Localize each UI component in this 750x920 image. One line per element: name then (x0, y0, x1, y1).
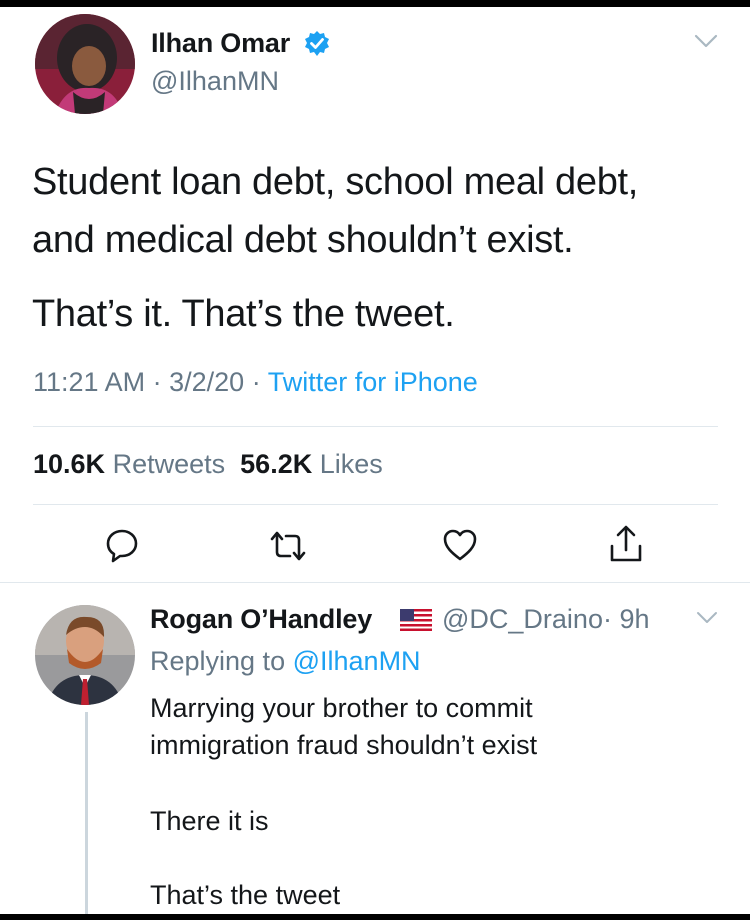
author-name[interactable]: Ilhan Omar (151, 28, 290, 59)
likes-stat[interactable]: 56.2K Likes (240, 449, 383, 479)
retweet-label: Retweets (112, 449, 226, 479)
verified-badge-icon (303, 30, 331, 63)
tweet-date[interactable]: 3/2/20 (169, 367, 244, 397)
tweet-source-link[interactable]: Twitter for iPhone (268, 367, 478, 397)
tweet-text-line-3: That’s it. That’s the tweet. (32, 293, 455, 335)
tweet-stats: 10.6K Retweets 56.2K Likes (33, 449, 383, 480)
bottom-edge (0, 914, 750, 920)
chevron-down-icon[interactable] (693, 32, 719, 55)
retweets-stat[interactable]: 10.6K Retweets (33, 449, 225, 479)
author-handle[interactable]: @IlhanMN (151, 66, 279, 97)
like-count: 56.2K (240, 449, 313, 479)
divider (0, 582, 750, 583)
reply-text-line-2: immigration fraud shouldn’t exist (150, 730, 538, 760)
retweet-count: 10.6K (33, 449, 106, 479)
reply-text-line-3: There it is (150, 806, 269, 836)
reply-text-line-4: That’s the tweet (150, 880, 341, 910)
reply-text-line-1: Marrying your brother to commit (150, 693, 533, 723)
heart-icon[interactable] (442, 528, 478, 567)
reply-author-name[interactable]: Rogan O’Handley (150, 604, 372, 635)
reply-author-handle[interactable]: @DC_Draino· 9h (442, 604, 650, 635)
reply-handle-text[interactable]: @DC_Draino (442, 604, 603, 634)
thread-line (85, 712, 88, 916)
divider (33, 426, 718, 427)
author-avatar[interactable] (35, 14, 135, 114)
replying-label: Replying to (150, 646, 286, 676)
tweet-meta: 11:21 AM · 3/2/20 · Twitter for iPhone (33, 367, 478, 398)
reply-author-avatar[interactable] (35, 605, 135, 705)
tweet-text-line-1: Student loan debt, school meal debt, (32, 161, 639, 203)
replying-to: Replying to @IlhanMN (150, 646, 421, 677)
meta-separator: · (251, 367, 261, 397)
reply-icon[interactable] (104, 527, 140, 568)
tweet-text-line-2: and medical debt shouldn’t exist. (32, 219, 574, 261)
share-icon[interactable] (608, 524, 644, 569)
retweet-icon[interactable] (268, 530, 308, 567)
chevron-down-icon[interactable] (695, 610, 719, 631)
top-edge (0, 0, 750, 7)
replying-to-link[interactable]: @IlhanMN (293, 646, 421, 676)
divider (33, 504, 718, 505)
like-label: Likes (319, 449, 383, 479)
us-flag-icon (400, 609, 432, 636)
meta-separator: · (152, 367, 162, 397)
reply-age: · 9h (602, 604, 650, 634)
tweet-time[interactable]: 11:21 AM (33, 367, 145, 397)
